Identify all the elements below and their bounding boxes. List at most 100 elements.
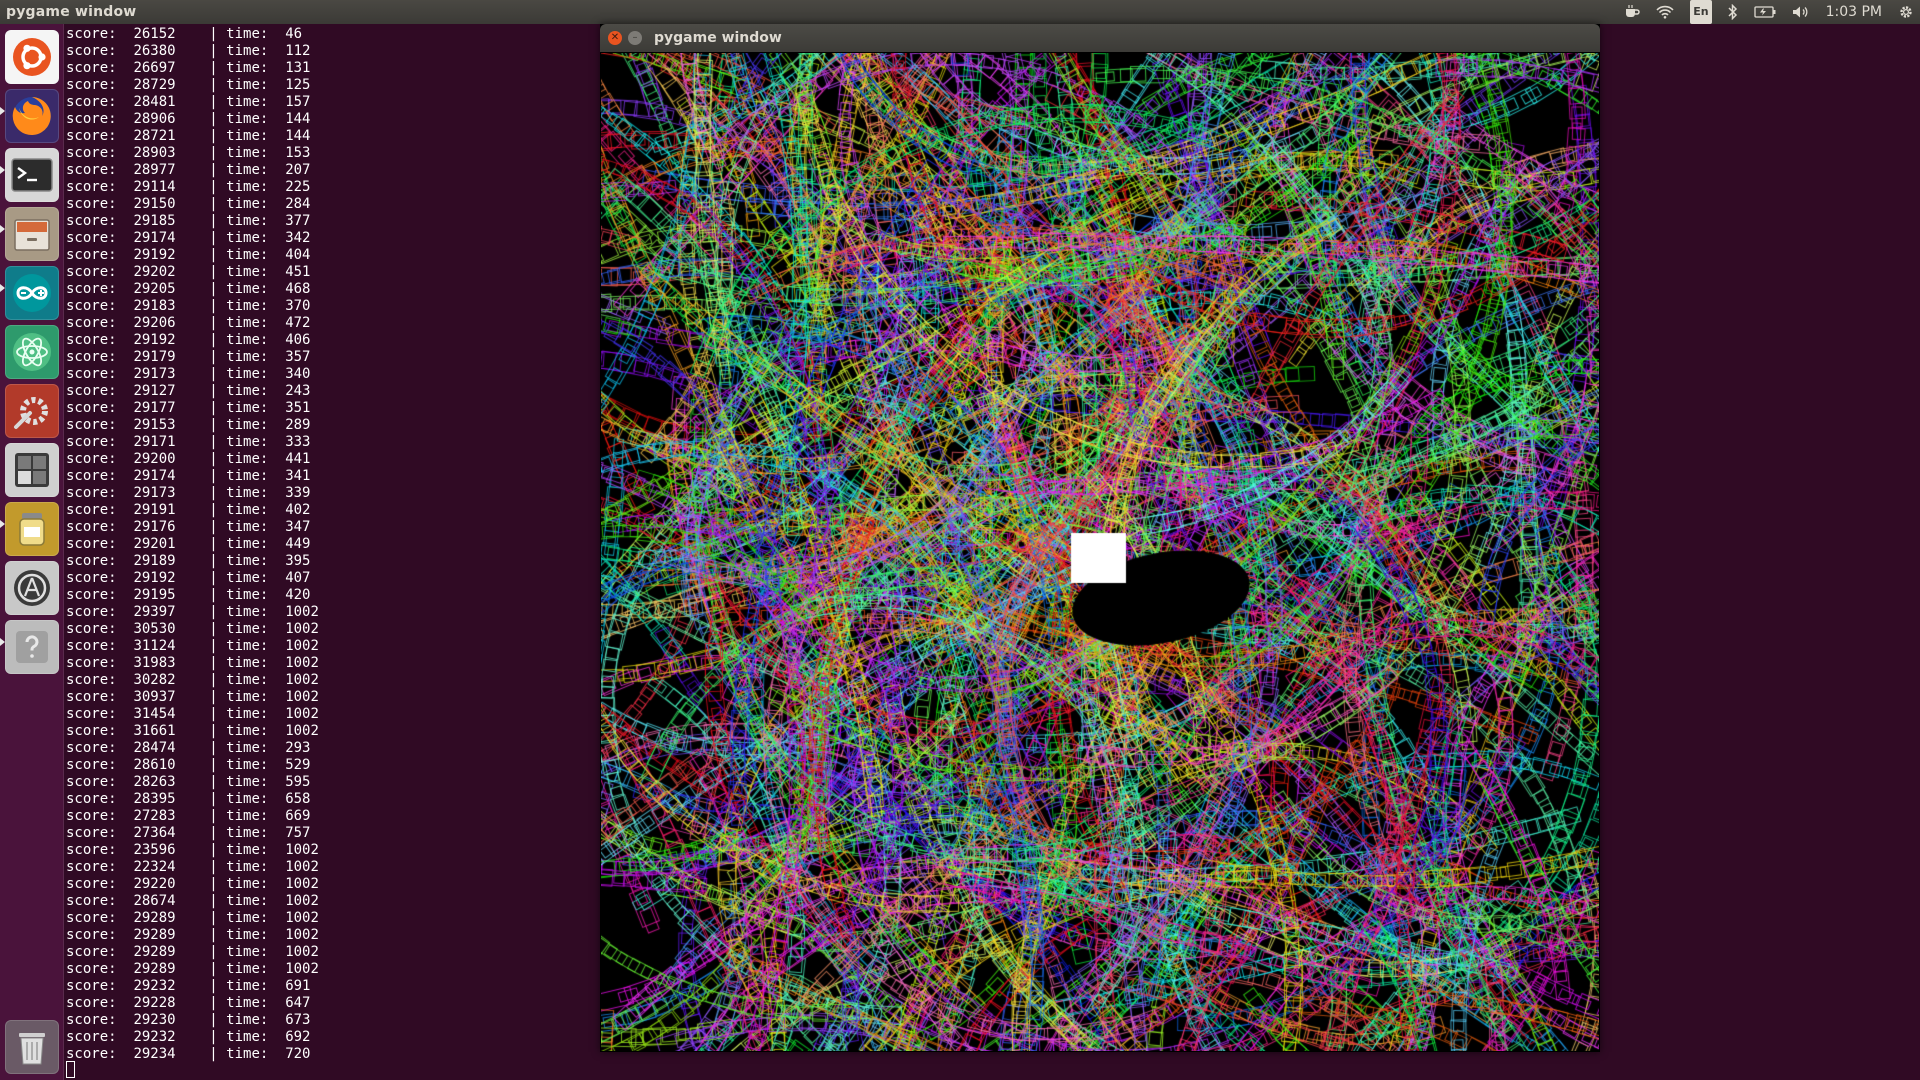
column-separator: |: [175, 230, 227, 246]
score-label: score:: [66, 434, 134, 450]
score-label: score:: [66, 77, 134, 93]
time-value: 449: [285, 536, 311, 552]
minimize-button[interactable]: –: [628, 31, 642, 45]
score-label: score:: [66, 995, 134, 1011]
terminal-line: score: 28729 | time: 125: [66, 77, 319, 94]
launcher-item-software-updater[interactable]: [5, 561, 59, 615]
close-button[interactable]: ✕: [608, 31, 622, 45]
pygame-canvas[interactable]: [601, 53, 1599, 1051]
score-value: 29192: [133, 332, 176, 348]
time-label: time:: [226, 145, 286, 161]
pygame-window[interactable]: ✕ – pygame window: [600, 24, 1600, 1052]
terminal-line: score: 29192 | time: 406: [66, 332, 319, 349]
time-value: 1002: [285, 927, 319, 943]
time-label: time:: [226, 128, 286, 144]
keyboard-layout-indicator[interactable]: En: [1690, 0, 1712, 24]
volume-icon[interactable]: [1792, 0, 1810, 24]
launcher-item-trash[interactable]: [5, 1020, 59, 1074]
score-value: 27364: [133, 825, 176, 841]
time-value: 673: [285, 1012, 311, 1028]
time-value: 1002: [285, 723, 319, 739]
launcher-item-terminal[interactable]: [5, 148, 59, 202]
terminal-line: score: 30530 | time: 1002: [66, 621, 319, 638]
score-label: score:: [66, 417, 134, 433]
time-value: 144: [285, 128, 311, 144]
indicator-area: En 1:03 PM: [1624, 0, 1914, 24]
time-value: 402: [285, 502, 311, 518]
column-separator: |: [175, 995, 227, 1011]
score-value: 28903: [133, 145, 176, 161]
time-value: 333: [285, 434, 311, 450]
score-label: score:: [66, 451, 134, 467]
terminal-line: score: 29230 | time: 673: [66, 1012, 319, 1029]
pygame-titlebar[interactable]: ✕ – pygame window: [600, 24, 1600, 52]
score-label: score:: [66, 978, 134, 994]
score-value: 31124: [133, 638, 176, 654]
score-label: score:: [66, 1046, 134, 1062]
column-separator: |: [175, 1012, 227, 1028]
terminal-line: score: 29192 | time: 407: [66, 570, 319, 587]
time-label: time:: [226, 961, 286, 977]
bluetooth-icon[interactable]: [1728, 0, 1738, 24]
time-value: 1002: [285, 672, 319, 688]
launcher-item-backup[interactable]: [5, 502, 59, 556]
score-label: score:: [66, 621, 134, 637]
launcher-item-system-settings[interactable]: [5, 384, 59, 438]
terminal-line: score: 29183 | time: 370: [66, 298, 319, 315]
launcher-item-arduino[interactable]: [5, 266, 59, 320]
launcher-item-workspace-switcher[interactable]: [5, 443, 59, 497]
time-value: 1002: [285, 638, 319, 654]
clock[interactable]: 1:03 PM: [1826, 0, 1882, 24]
time-value: 340: [285, 366, 311, 382]
score-value: 29232: [133, 1029, 176, 1045]
workspaces-icon: [15, 453, 49, 487]
terminal-line: score: 29185 | time: 377: [66, 213, 319, 230]
time-value: 1002: [285, 876, 319, 892]
gear-icon[interactable]: [1898, 0, 1914, 24]
terminal-line: score: 29174 | time: 342: [66, 230, 319, 247]
terminal-line: score: 29179 | time: 357: [66, 349, 319, 366]
time-label: time:: [226, 553, 286, 569]
column-separator: |: [175, 128, 227, 144]
coffee-cup-icon[interactable]: [1624, 0, 1640, 24]
launcher-item-atom[interactable]: [5, 325, 59, 379]
terminal-line: score: 29397 | time: 1002: [66, 604, 319, 621]
time-label: time:: [226, 383, 286, 399]
terminal-line: score: 28721 | time: 144: [66, 128, 319, 145]
score-value: 29114: [133, 179, 176, 195]
column-separator: |: [175, 1029, 227, 1045]
time-value: 1002: [285, 621, 319, 637]
terminal-line: score: 29232 | time: 692: [66, 1029, 319, 1046]
column-separator: |: [175, 434, 227, 450]
time-label: time:: [226, 417, 286, 433]
time-label: time:: [226, 434, 286, 450]
score-label: score:: [66, 842, 134, 858]
time-value: 153: [285, 145, 311, 161]
time-label: time:: [226, 400, 286, 416]
time-value: 207: [285, 162, 311, 178]
time-value: 692: [285, 1029, 311, 1045]
score-value: 29179: [133, 349, 176, 365]
wifi-icon[interactable]: [1656, 0, 1674, 24]
column-separator: |: [175, 383, 227, 399]
launcher-item-help[interactable]: [5, 620, 59, 674]
score-value: 28977: [133, 162, 176, 178]
column-separator: |: [175, 349, 227, 365]
score-value: 28674: [133, 893, 176, 909]
score-label: score:: [66, 825, 134, 841]
launcher-item-ubuntu-dash[interactable]: [5, 30, 59, 84]
time-value: 347: [285, 519, 311, 535]
launcher-item-files[interactable]: [5, 207, 59, 261]
score-value: 23596: [133, 842, 176, 858]
launcher-item-firefox[interactable]: [5, 89, 59, 143]
column-separator: |: [175, 179, 227, 195]
score-value: 29206: [133, 315, 176, 331]
column-separator: |: [175, 808, 227, 824]
score-label: score:: [66, 570, 134, 586]
battery-icon[interactable]: [1753, 0, 1776, 24]
time-label: time:: [226, 281, 286, 297]
score-label: score:: [66, 502, 134, 518]
time-label: time:: [226, 723, 286, 739]
time-value: 289: [285, 417, 311, 433]
terminal-line: score: 29289 | time: 1002: [66, 927, 319, 944]
